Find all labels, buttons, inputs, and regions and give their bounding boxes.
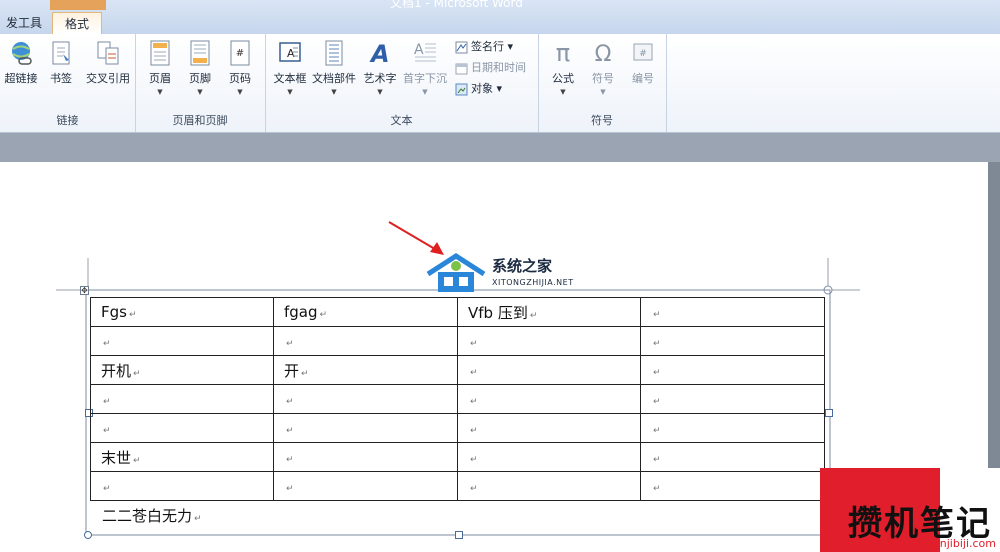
paragraph-mark: ↵ — [470, 368, 478, 378]
paragraph-mark: ↵ — [133, 455, 141, 466]
paragraph-mark: ↵ — [286, 455, 294, 465]
logo-url: www.cuanjibiji.com — [890, 537, 996, 550]
paragraph-mark: ↵ — [653, 368, 661, 378]
paragraph-mark: ↵ — [286, 339, 294, 349]
table-row: ↵ ↵ ↵ ↵ — [90, 384, 825, 414]
table-cell[interactable]: ↵ — [640, 355, 825, 385]
document-table[interactable]: Fgs ↵ fgag ↵ Vfb 压到 ↵ ↵ ↵ ↵ ↵ ↵ 开机 ↵ 开 ↵ ↵ ↵ ↵ ↵ ↵ ↵ ↵ ↵ ↵ ↵ 末世 ↵ ↵… — [90, 297, 825, 501]
resize-handle-bottom-left[interactable] — [84, 531, 92, 539]
table-row: 开机 ↵ 开 ↵ ↵ ↵ — [90, 355, 825, 385]
paragraph-mark: ↵ — [133, 368, 141, 379]
cell-text: Vfb 压到 — [468, 303, 528, 322]
paragraph-mark: ↵ — [103, 426, 111, 436]
table-move-handle[interactable]: ✥ — [80, 286, 89, 295]
paragraph-mark: ↵ — [319, 310, 328, 320]
paragraph-mark: ↵ — [653, 455, 661, 465]
table-cell[interactable]: ↵ — [90, 384, 274, 414]
table-cell[interactable]: ↵ — [90, 413, 274, 443]
paragraph-mark: ↵ — [103, 397, 111, 407]
table-row: Fgs ↵ fgag ↵ Vfb 压到 ↵ ↵ — [90, 297, 825, 327]
paragraph-mark: ↵ — [470, 426, 478, 436]
resize-handle-bottom[interactable] — [455, 531, 463, 539]
table-cell[interactable]: ↵ — [457, 471, 641, 501]
cell-text: 末世 — [101, 448, 132, 467]
table-cell[interactable]: ↵ — [273, 442, 458, 472]
paragraph-mark: ↵ — [653, 310, 661, 320]
table-cell[interactable]: ↵ — [457, 326, 641, 356]
watermark-name: 系统之家 — [492, 257, 553, 275]
table-cell[interactable]: ↵ — [273, 326, 458, 356]
table-cell[interactable]: ↵ — [457, 355, 641, 385]
table-row: ↵ ↵ ↵ ↵ — [90, 413, 825, 443]
table-cell[interactable]: Vfb 压到 ↵ — [457, 297, 641, 327]
table-cell[interactable]: ↵ — [640, 326, 825, 356]
table-row: 末世 ↵ ↵ ↵ ↵ — [90, 442, 825, 472]
table-cell[interactable]: ↵ — [640, 442, 825, 472]
paragraph-mark: ↵ — [286, 484, 294, 494]
table-cell[interactable]: ↵ — [640, 413, 825, 443]
table-cell[interactable]: fgag ↵ — [273, 297, 458, 327]
paragraph-mark: ↵ — [286, 426, 294, 436]
paragraph-mark: ↵ — [470, 455, 478, 465]
paragraph-mark: ↵ — [470, 339, 478, 349]
paragraph-mark: ↵ — [470, 397, 478, 407]
cuanjibiji-logo: 攒机笔记 www.cuanjibiji.com — [820, 468, 1000, 552]
paragraph-mark: ↵ — [529, 310, 538, 321]
table-cell[interactable]: ↵ — [640, 297, 825, 327]
paragraph-mark: ↵ — [653, 484, 661, 494]
text-line[interactable]: 二二苍白无力 ↵ — [102, 505, 202, 526]
table-cell[interactable]: Fgs ↵ — [90, 297, 274, 327]
resize-handle-right[interactable] — [825, 409, 833, 417]
table-cell[interactable]: ↵ — [273, 413, 458, 443]
table-cell[interactable]: ↵ — [457, 384, 641, 414]
cell-text: fgag — [284, 303, 318, 321]
paragraph-mark: ↵ — [653, 339, 661, 349]
table-cell[interactable]: 开 ↵ — [273, 355, 458, 385]
table-cell[interactable]: 末世 ↵ — [90, 442, 274, 472]
watermark-url: XITONGZHIJIA.NET — [492, 278, 574, 287]
table-cell[interactable]: ↵ — [640, 384, 825, 414]
cell-text: 开机 — [101, 361, 132, 380]
table-cell[interactable]: ↵ — [457, 413, 641, 443]
cell-text: 开 — [284, 361, 300, 380]
table-cell[interactable]: ↵ — [90, 471, 274, 501]
table-cell[interactable]: 开机 ↵ — [90, 355, 274, 385]
table-cell[interactable]: ↵ — [457, 442, 641, 472]
paragraph-mark: ↵ — [128, 310, 137, 320]
paragraph-mark: ↵ — [103, 339, 111, 349]
paragraph-mark: ↵ — [286, 397, 294, 407]
cell-text: Fgs — [101, 303, 127, 321]
table-cell[interactable]: ↵ — [90, 326, 274, 356]
table-cell[interactable]: ↵ — [273, 384, 458, 414]
paragraph-mark: ↵ — [653, 426, 661, 436]
after-table-text: 二二苍白无力 — [102, 507, 193, 525]
paragraph-mark: ↵ — [470, 484, 478, 494]
paragraph-mark: ↵ — [301, 368, 309, 379]
paragraph-mark: ↵ — [653, 397, 661, 407]
table-row: ↵ ↵ ↵ ↵ — [90, 326, 825, 356]
table-cell[interactable]: ↵ — [273, 471, 458, 501]
xitongzhijia-logo-icon — [426, 253, 486, 292]
paragraph-mark: ↵ — [103, 484, 111, 494]
table-cell[interactable]: ↵ — [640, 471, 825, 501]
table-row: ↵ ↵ ↵ ↵ — [90, 471, 825, 501]
paragraph-mark: ↵ — [194, 514, 202, 524]
